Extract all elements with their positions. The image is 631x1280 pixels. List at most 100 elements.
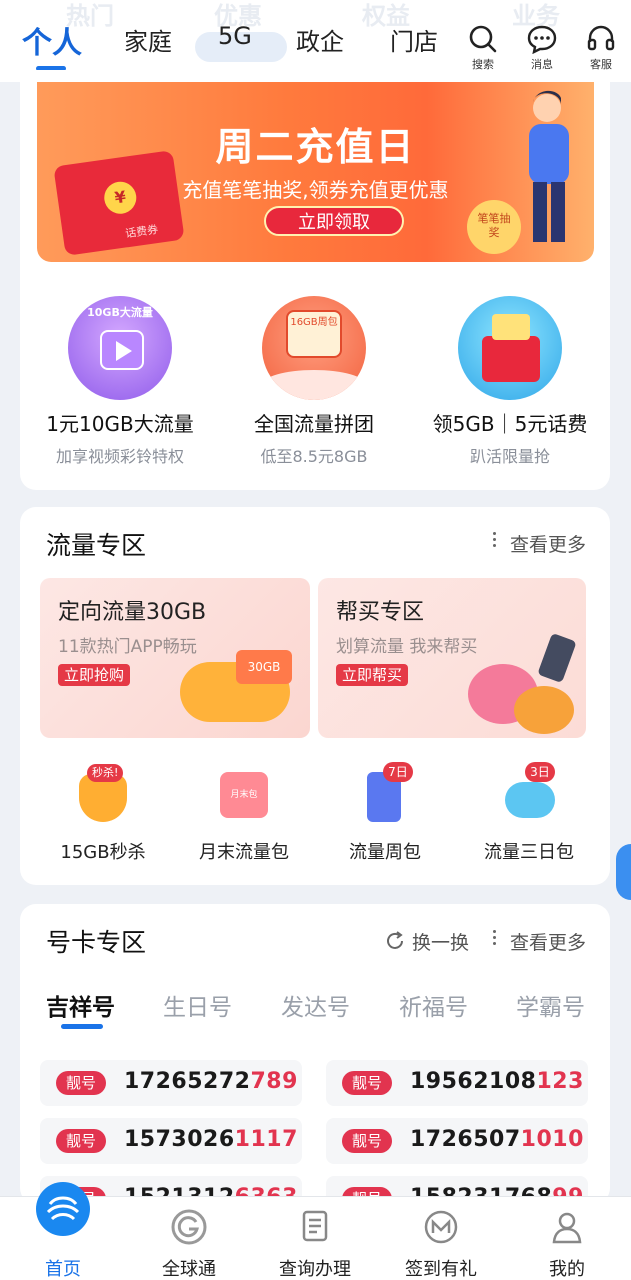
phone-week-icon: 7日: [357, 762, 413, 822]
promo-5gb-5yuan[interactable]: 领5GB｜5元话费 趴活限量抢: [410, 296, 610, 467]
premium-badge: 靓号: [342, 1129, 392, 1153]
refresh-button[interactable]: 换一换: [412, 928, 469, 955]
number-section-title: 号卡专区: [46, 928, 147, 957]
claim-now-button[interactable]: 立即领取: [264, 206, 404, 236]
calendar-label: 月末包: [220, 772, 268, 818]
tab-enterprise[interactable]: 政企: [296, 22, 344, 57]
buy-now-button[interactable]: 立即抢购: [58, 664, 131, 686]
promo-10gb-image: 10GB大流量: [68, 296, 172, 400]
three-day-pack[interactable]: 3日 流量三日包: [459, 762, 599, 864]
gift-box-icon: [482, 336, 540, 382]
promo-10gb[interactable]: 10GB大流量 1元10GB大流量 加享视频彩铃特权: [20, 296, 220, 467]
tab-family[interactable]: 家庭: [124, 22, 172, 57]
cloud-flow-icon: 3日: [501, 762, 557, 822]
promo-title: 领5GB｜5元话费: [432, 412, 588, 436]
tile-subtitle: 11款热门APP畅玩: [58, 637, 197, 657]
message-button[interactable]: 消息: [522, 24, 562, 72]
tile-title: 定向流量30GB: [58, 600, 207, 625]
china-mobile-logo-icon[interactable]: [36, 1182, 90, 1236]
banner-subtitle: 充值笔笔抽奖,领券充值更优惠: [182, 178, 449, 202]
headset-icon: [587, 25, 615, 51]
tab-store[interactable]: 门店: [390, 22, 438, 57]
nav-query-label: 查询办理: [279, 1259, 351, 1280]
tab-5g[interactable]: 5G: [218, 22, 252, 50]
number-item[interactable]: 靓号 17265272789: [40, 1060, 302, 1106]
active-category-indicator: [61, 1024, 103, 1029]
phone-number: 15730261117: [124, 1127, 298, 1152]
user-icon: [547, 1207, 587, 1247]
nav-home-label: 首页: [45, 1259, 81, 1280]
video-play-icon: [100, 330, 144, 370]
number-see-more-link[interactable]: 查看更多: [510, 928, 586, 955]
flash-sale-15gb[interactable]: 秒杀! 15GB秒杀: [33, 764, 173, 864]
nav-mine[interactable]: 我的: [512, 1197, 622, 1280]
number-item[interactable]: 靓号 15730261117: [40, 1118, 302, 1164]
heart-card-icon: [492, 314, 530, 340]
message-icon: [527, 25, 557, 54]
tile-subtitle: 划算流量 我来帮买: [336, 637, 478, 657]
month-end-pack[interactable]: 月末包 月末流量包: [174, 766, 314, 864]
premium-badge: 靓号: [56, 1129, 106, 1153]
promo-subtitle: 低至8.5元8GB: [260, 447, 368, 466]
tab-blessing-number[interactable]: 祈福号: [399, 988, 468, 1022]
phone-illustration: [537, 632, 577, 684]
flow-see-more-link[interactable]: 查看更多: [510, 530, 586, 557]
item-label: 15GB秒杀: [60, 842, 146, 863]
number-item[interactable]: 靓号 19562108123: [326, 1060, 588, 1106]
item-label: 月末流量包: [199, 842, 289, 863]
more-dots-icon: [493, 930, 497, 948]
number-item[interactable]: 靓号 17265071010: [326, 1118, 588, 1164]
tab-personal[interactable]: 个人: [22, 18, 82, 62]
promo-group-buy[interactable]: 16GB周包 全国流量拼团 低至8.5元8GB: [214, 296, 414, 467]
tab-prosper-number[interactable]: 发达号: [281, 988, 350, 1022]
nav-checkin[interactable]: 签到有礼: [386, 1197, 496, 1280]
shield-flow-icon: 秒杀!: [75, 764, 131, 822]
search-icon: [469, 25, 497, 53]
seven-day-badge: 7日: [383, 762, 413, 782]
promo-5gb-image: [458, 296, 562, 400]
nav-mine-label: 我的: [549, 1259, 585, 1280]
promo-group-buy-image-label: 16GB周包: [286, 310, 342, 358]
promo-title: 1元10GB大流量: [46, 412, 194, 436]
item-label: 流量周包: [349, 842, 421, 863]
promo-title: 全国流量拼团: [254, 412, 374, 436]
help-buy-button[interactable]: 立即帮买: [336, 664, 409, 686]
lottery-badge: 笔笔抽奖: [467, 200, 521, 254]
tile-title: 帮买专区: [336, 600, 425, 625]
floating-side-button[interactable]: [616, 844, 631, 900]
flow-section-title: 流量专区: [46, 531, 147, 560]
lottery-badge-label: 笔笔抽奖: [477, 212, 511, 239]
search-button[interactable]: 搜索: [463, 24, 503, 72]
phone-number: 19562108123: [410, 1069, 584, 1094]
more-dots-icon: [493, 532, 497, 550]
tab-birthday-number[interactable]: 生日号: [163, 988, 232, 1022]
bottom-navigation: 首页 全球通 查询办理 签到有礼 我的: [0, 1196, 631, 1280]
coupon-30gb-illustration: 30GB: [236, 650, 292, 684]
promo-subtitle: 趴活限量抢: [469, 447, 550, 466]
three-day-badge: 3日: [525, 762, 555, 782]
customer-service-button[interactable]: 客服: [581, 24, 621, 72]
cloud-decoration: [262, 370, 366, 400]
flash-sale-badge: 秒杀!: [87, 764, 124, 782]
help-buy-tile[interactable]: 帮买专区 划算流量 我来帮买 立即帮买: [318, 578, 586, 738]
phone-number: 17265272789: [124, 1069, 298, 1094]
global-g-icon: [169, 1207, 209, 1247]
peony-flower-illustration: [514, 686, 574, 734]
calendar-icon: 月末包: [216, 766, 272, 822]
nav-query[interactable]: 查询办理: [260, 1197, 370, 1280]
promo-10gb-image-label: 10GB大流量: [87, 306, 153, 319]
phone-number: 17265071010: [410, 1127, 584, 1152]
directed-flow-tile[interactable]: 定向流量30GB 11款热门APP畅玩 立即抢购 30GB: [40, 578, 310, 738]
promo-group-buy-image: 16GB周包: [262, 296, 366, 400]
recharge-day-banner[interactable]: ¥ 话费券 周二充值日 充值笔笔抽奖,领券充值更优惠 立即领取 笔笔抽奖: [37, 82, 594, 262]
m-circle-icon: [421, 1207, 461, 1247]
nav-global[interactable]: 全球通: [134, 1197, 244, 1280]
tab-scholar-number[interactable]: 学霸号: [516, 988, 585, 1022]
tab-lucky-number[interactable]: 吉祥号: [46, 988, 115, 1022]
premium-badge: 靓号: [56, 1071, 106, 1095]
weekly-pack[interactable]: 7日 流量周包: [315, 762, 455, 864]
document-icon: [295, 1207, 335, 1247]
refresh-icon: [387, 931, 403, 949]
item-label: 流量三日包: [484, 842, 574, 863]
nav-checkin-label: 签到有礼: [405, 1259, 477, 1280]
